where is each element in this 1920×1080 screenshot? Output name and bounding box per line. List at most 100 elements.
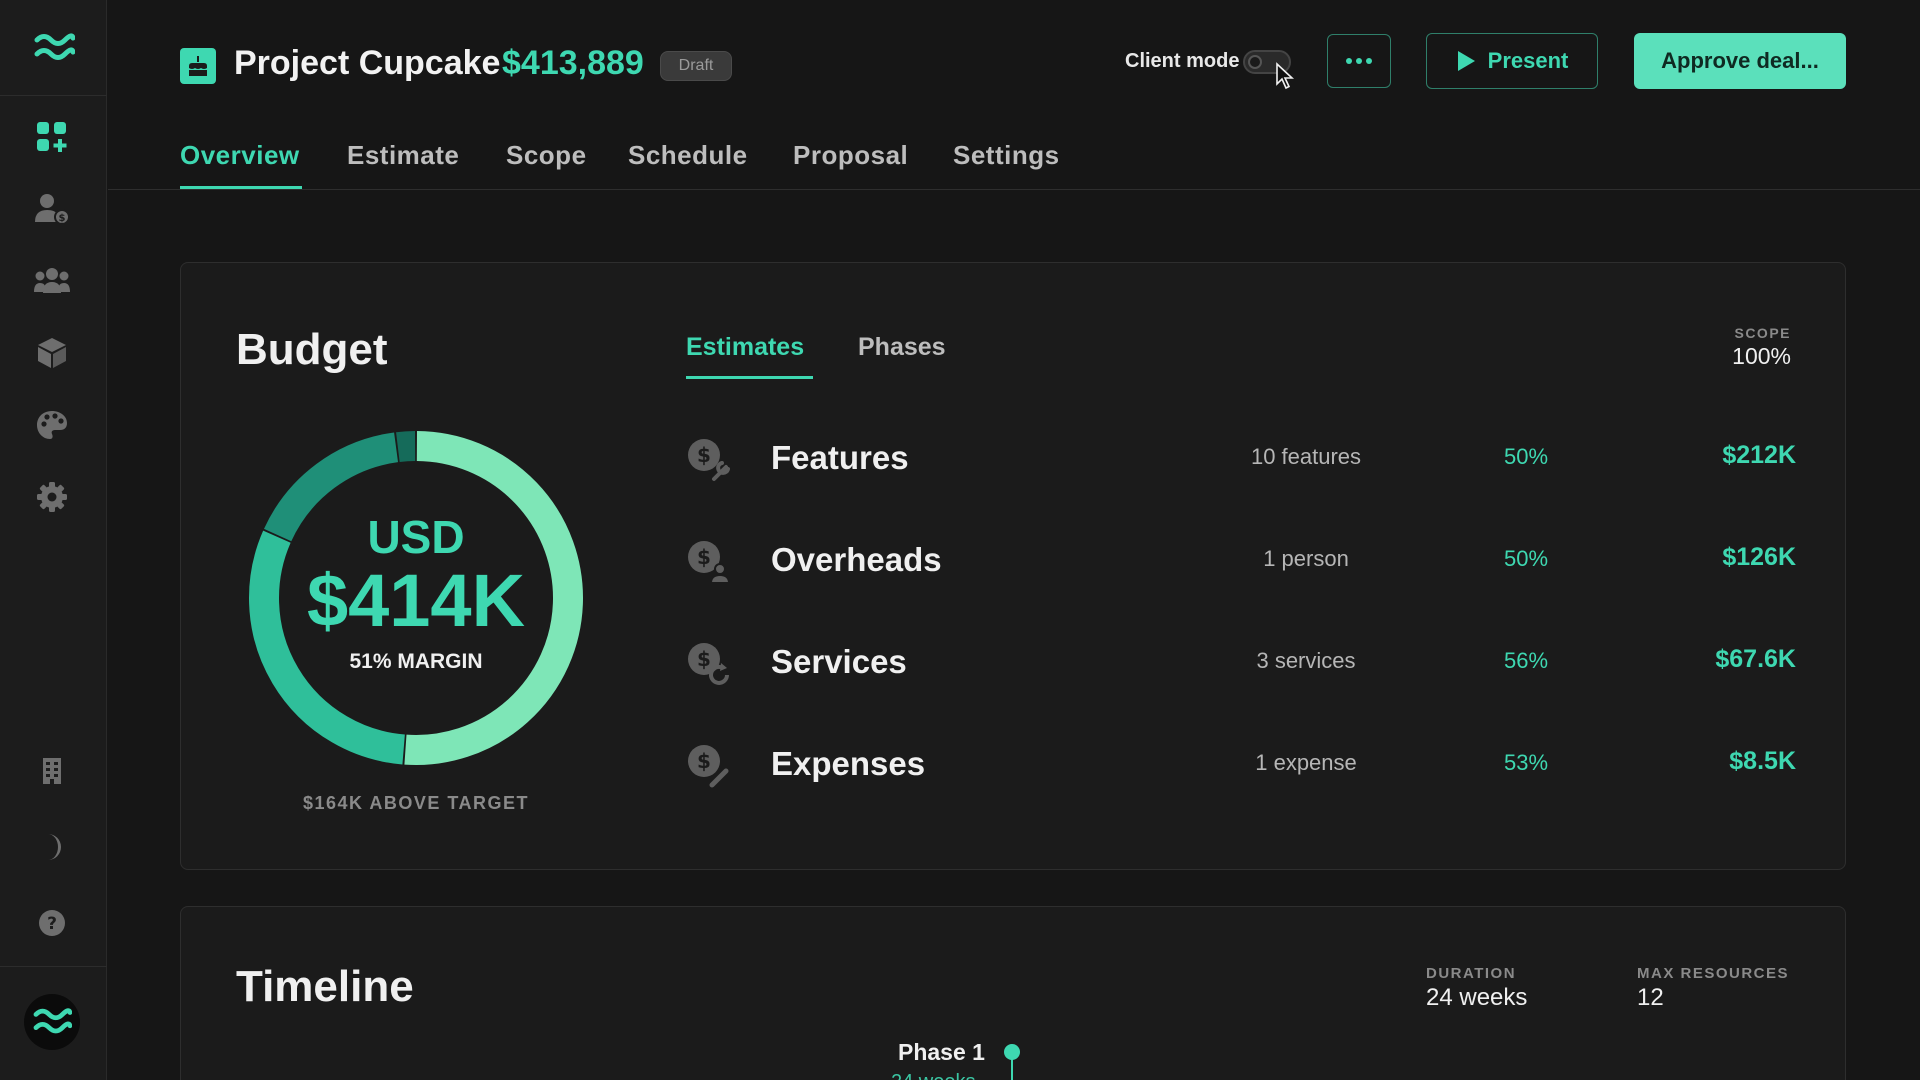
app-root: $ ? Project Cupcake $413,889 Draft Clien…	[0, 0, 1920, 1080]
dollar-person-icon: $	[688, 541, 731, 584]
play-icon	[1457, 51, 1475, 71]
row-amount: $212K	[1722, 441, 1796, 469]
scope-stat: SCOPE 100%	[1732, 325, 1791, 370]
box-icon	[38, 338, 66, 368]
app-logo[interactable]	[0, 0, 107, 96]
phase-line	[1011, 1059, 1013, 1080]
help-icon: ?	[39, 910, 65, 936]
row-name: Features	[771, 439, 909, 476]
tab-proposal[interactable]: Proposal	[793, 140, 908, 171]
sidebar-divider	[0, 966, 107, 967]
cake-icon	[189, 56, 207, 76]
row-count: 1 expense	[1255, 750, 1357, 775]
phase-duration: 24 weeks	[891, 1071, 976, 1080]
row-percent: 56%	[1503, 648, 1549, 673]
timeline-card: Timeline DURATION 24 weeks MAX RESOURCES…	[180, 906, 1846, 1080]
svg-text:$: $	[697, 647, 711, 671]
client-mode-label: Client mode	[1125, 50, 1240, 72]
duration-value: 24 weeks	[1426, 984, 1528, 1011]
svg-text:?: ?	[47, 914, 57, 934]
row-amount: $126K	[1722, 543, 1796, 571]
waves-logo-icon	[34, 32, 75, 60]
team-icon	[34, 268, 70, 293]
timeline-title: Timeline	[236, 962, 414, 1011]
tabs-divider	[108, 189, 1920, 190]
more-dot	[1356, 58, 1362, 64]
moon-icon	[48, 834, 61, 860]
palette-icon	[37, 411, 67, 439]
tab-schedule[interactable]: Schedule	[628, 140, 748, 171]
above-target-text: $164K ABOVE TARGET	[302, 793, 530, 813]
sidebar-item-team[interactable]	[33, 262, 71, 300]
sidebar-item-branding[interactable]	[33, 406, 71, 444]
scope-value: 100%	[1732, 343, 1791, 369]
sidebar-item-company[interactable]	[33, 752, 71, 790]
status-badge: Draft	[660, 51, 732, 81]
present-label: Present	[1487, 48, 1569, 73]
max-resources-stat: MAX RESOURCES 12	[1637, 965, 1789, 1012]
project-icon	[180, 48, 216, 84]
dollar-pen-icon: $	[688, 745, 729, 788]
row-count: 10 features	[1250, 444, 1362, 469]
sidebar-item-help[interactable]: ?	[33, 904, 71, 942]
row-count: 1 person	[1263, 546, 1349, 571]
subtab-indicator	[686, 376, 813, 379]
building-icon	[43, 758, 61, 784]
approve-deal-button[interactable]: Approve deal...	[1634, 33, 1846, 89]
budget-row-expenses[interactable]: $ Expenses 1 expense 53% $8.5K	[686, 735, 1796, 795]
subtab-phases[interactable]: Phases	[858, 333, 946, 362]
row-count: 3 services	[1256, 648, 1356, 673]
row-percent: 53%	[1503, 750, 1549, 775]
sidebar-item-products[interactable]	[33, 334, 71, 372]
row-amount: $67.6K	[1715, 645, 1796, 673]
row-name: Services	[771, 643, 907, 680]
tab-scope[interactable]: Scope	[506, 140, 587, 171]
budget-row-features[interactable]: $ Features 10 features 50% $212K	[686, 429, 1796, 489]
gear-icon	[37, 482, 67, 512]
budget-card: Budget USD $414K 51% MARGIN $164K ABOVE …	[180, 262, 1846, 870]
row-amount: $8.5K	[1729, 747, 1796, 775]
subtab-estimates[interactable]: Estimates	[686, 333, 804, 362]
sidebar-item-clients[interactable]: $	[33, 190, 71, 228]
project-amount: $413,889	[502, 44, 644, 82]
donut-margin: 51% MARGIN	[349, 650, 483, 673]
tab-overview[interactable]: Overview	[180, 140, 300, 171]
waves-avatar-icon	[33, 1008, 72, 1034]
duration-label: DURATION	[1426, 965, 1517, 982]
row-name: Expenses	[771, 745, 926, 782]
more-options-button[interactable]	[1327, 34, 1391, 88]
donut-center: USD $414K 51% MARGIN	[246, 428, 586, 768]
toggle-knob	[1248, 55, 1262, 69]
budget-title: Budget	[236, 325, 388, 374]
user-dollar-icon: $	[35, 194, 70, 225]
row-name: Overheads	[771, 541, 942, 578]
more-dot	[1366, 58, 1372, 64]
sidebar-item-theme[interactable]	[33, 828, 71, 866]
sidebar-item-settings[interactable]	[33, 478, 71, 516]
dollar-wrench-icon: $	[688, 439, 730, 481]
budget-donut-chart: USD $414K 51% MARGIN	[246, 428, 586, 768]
present-button[interactable]: Present	[1426, 33, 1598, 89]
svg-text:$: $	[697, 749, 711, 773]
budget-row-services[interactable]: $ Services 3 services 56% $67.6K	[686, 633, 1796, 693]
donut-total: $414K	[306, 559, 526, 642]
dashboard-add-icon	[37, 122, 67, 152]
sidebar-item-dashboard[interactable]	[33, 118, 71, 156]
project-title: Project Cupcake	[234, 44, 501, 82]
budget-row-overheads[interactable]: $ Overheads 1 person 50% $126K	[686, 531, 1796, 591]
tab-estimate[interactable]: Estimate	[347, 140, 459, 171]
tab-settings[interactable]: Settings	[953, 140, 1060, 171]
mouse-cursor-icon	[1276, 62, 1295, 90]
phase-marker[interactable]	[1004, 1044, 1020, 1060]
svg-text:$: $	[59, 213, 66, 224]
phase-label[interactable]: Phase 1	[898, 1039, 985, 1066]
max-resources-value: 12	[1637, 984, 1664, 1011]
svg-text:$: $	[697, 443, 711, 467]
duration-stat: DURATION 24 weeks	[1426, 965, 1527, 1012]
dollar-refresh-icon: $	[688, 643, 729, 685]
sidebar: $ ?	[0, 0, 107, 1080]
avatar[interactable]	[24, 994, 80, 1050]
svg-text:$: $	[697, 545, 711, 569]
row-percent: 50%	[1503, 546, 1549, 571]
more-dot	[1346, 58, 1352, 64]
